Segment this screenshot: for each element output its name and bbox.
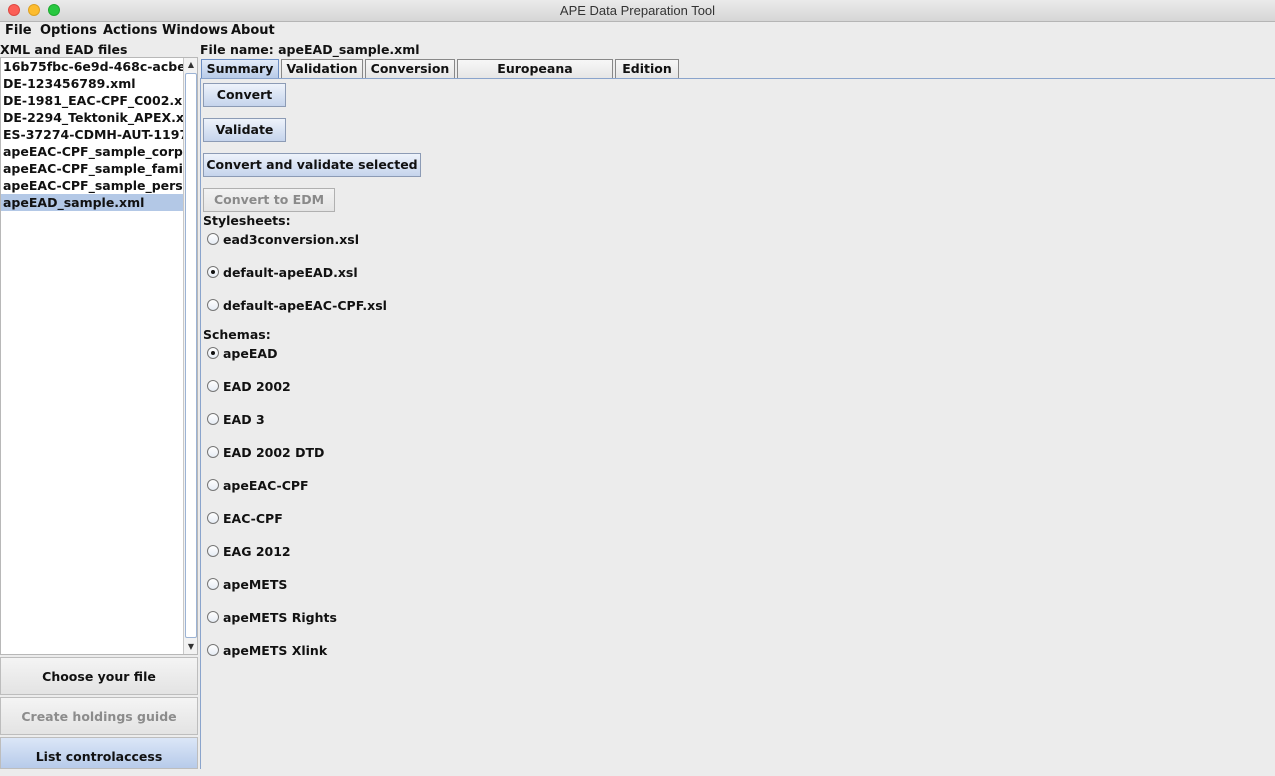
radio-unchecked-icon[interactable] <box>207 413 219 425</box>
radio-unchecked-icon[interactable] <box>207 512 219 524</box>
radio-unchecked-icon[interactable] <box>207 578 219 590</box>
schema-label: EAG 2012 <box>223 544 291 559</box>
schema-label: EAD 2002 <box>223 379 291 394</box>
file-list-item[interactable]: DE-1981_EAC-CPF_C002.xml <box>1 92 183 109</box>
radio-unchecked-icon[interactable] <box>207 446 219 458</box>
window-title: APE Data Preparation Tool <box>559 3 716 18</box>
file-list-scrollbar[interactable]: ▲ ▼ <box>183 58 197 654</box>
choose-file-button[interactable]: Choose your file <box>0 657 198 695</box>
schema-label: apeEAC-CPF <box>223 478 309 493</box>
list-controlaccess-button[interactable]: List controlaccess <box>0 737 198 769</box>
schema-label: apeMETS <box>223 577 288 592</box>
schema-label: EAC-CPF <box>223 511 283 526</box>
radio-unchecked-icon[interactable] <box>207 611 219 623</box>
stylesheet-label: default-apeEAD.xsl <box>223 265 358 280</box>
stylesheet-label: default-apeEAC-CPF.xsl <box>223 298 387 313</box>
tab-europeana-conversion[interactable]: Europeana conversion <box>457 59 613 94</box>
radio-unchecked-icon[interactable] <box>207 545 219 557</box>
validate-button[interactable]: Validate <box>203 118 286 142</box>
radio-checked-icon[interactable] <box>207 347 219 359</box>
scroll-down-arrow-icon[interactable]: ▼ <box>184 640 197 654</box>
tab-edition[interactable]: Edition <box>615 59 679 78</box>
schema-label: apeMETS Xlink <box>223 643 328 658</box>
stylesheet-label: ead3conversion.xsl <box>223 232 359 247</box>
file-name-label: File name: apeEAD_sample.xml <box>200 42 420 57</box>
menu-windows[interactable]: Windows <box>162 23 228 38</box>
convert-to-edm-button[interactable]: Convert to EDM <box>203 188 335 212</box>
radio-unchecked-icon[interactable] <box>207 479 219 491</box>
scroll-up-arrow-icon[interactable]: ▲ <box>184 58 197 72</box>
file-list-item[interactable]: DE-123456789.xml <box>1 75 183 92</box>
radio-unchecked-icon[interactable] <box>207 233 219 245</box>
scroll-thumb[interactable] <box>185 73 197 638</box>
create-holdings-guide-button[interactable]: Create holdings guide <box>0 697 198 735</box>
file-list-item[interactable]: apeEAC-CPF_sample_person. <box>1 177 183 194</box>
file-list-item-selected[interactable]: apeEAD_sample.xml <box>1 194 183 211</box>
file-list[interactable]: 16b75fbc-6e9d-468c-acbe- DE-123456789.xm… <box>0 57 198 655</box>
convert-and-validate-button[interactable]: Convert and validate selected <box>203 153 421 177</box>
schemas-label: Schemas: <box>203 327 271 342</box>
stylesheets-label: Stylesheets: <box>203 213 291 228</box>
schema-label: EAD 3 <box>223 412 265 427</box>
file-list-item[interactable]: apeEAC-CPF_sample_corpora <box>1 143 183 160</box>
schema-label: EAD 2002 DTD <box>223 445 325 460</box>
radio-unchecked-icon[interactable] <box>207 380 219 392</box>
menu-actions[interactable]: Actions <box>103 23 157 38</box>
radio-unchecked-icon[interactable] <box>207 299 219 311</box>
menu-bar: File Options Actions Windows About <box>0 22 1275 41</box>
title-bar: APE Data Preparation Tool <box>0 0 1275 22</box>
menu-options[interactable]: Options <box>40 23 97 38</box>
schema-label: apeMETS Rights <box>223 610 337 625</box>
file-list-item[interactable]: DE-2294_Tektonik_APEX.xml <box>1 109 183 126</box>
file-list-item[interactable]: ES-37274-CDMH-AUT-1197 <box>1 126 183 143</box>
tab-validation[interactable]: Validation <box>281 59 363 78</box>
tab-summary[interactable]: Summary <box>201 59 279 78</box>
menu-file[interactable]: File <box>5 23 32 38</box>
radio-checked-icon[interactable] <box>207 266 219 278</box>
file-list-item[interactable]: apeEAC-CPF_sample_family.x <box>1 160 183 177</box>
menu-about[interactable]: About <box>231 23 275 38</box>
summary-panel: Convert Validate Convert and validate se… <box>200 78 1275 769</box>
radio-unchecked-icon[interactable] <box>207 644 219 656</box>
convert-button[interactable]: Convert <box>203 83 286 107</box>
tab-conversion[interactable]: Conversion <box>365 59 455 78</box>
schema-label: apeEAD <box>223 346 278 361</box>
file-list-header: XML and EAD files <box>0 42 128 57</box>
file-list-item[interactable]: 16b75fbc-6e9d-468c-acbe- <box>1 58 183 75</box>
